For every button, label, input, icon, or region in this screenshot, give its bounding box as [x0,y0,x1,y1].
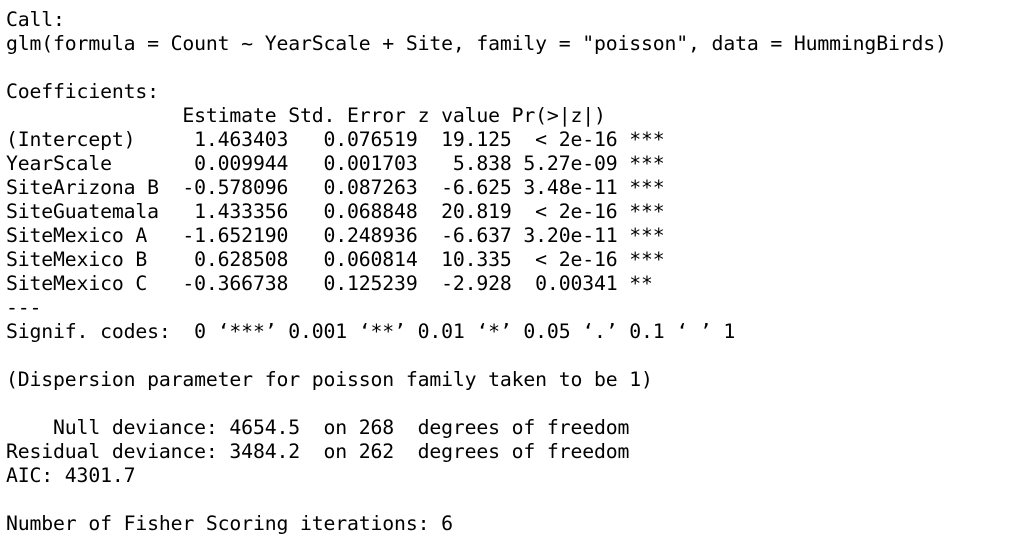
aic-value: AIC: 4301.7 [6,464,136,487]
coef-row-intercept: (Intercept) 1.463403 0.076519 19.125 < 2… [6,128,665,151]
call-header: Call: [6,8,65,31]
fisher-iterations: Number of Fisher Scoring iterations: 6 [6,512,453,535]
coef-row-site-guatemala: SiteGuatemala 1.433356 0.068848 20.819 <… [6,200,665,223]
null-deviance: Null deviance: 4654.5 on 268 degrees of … [6,416,630,439]
coef-row-yearscale: YearScale 0.009944 0.001703 5.838 5.27e-… [6,152,665,175]
coef-row-site-arizona-b: SiteArizona B -0.578096 0.087263 -6.625 … [6,176,665,199]
coef-row-site-mexico-a: SiteMexico A -1.652190 0.248936 -6.637 3… [6,224,665,247]
call-text: glm(formula = Count ~ YearScale + Site, … [6,32,947,55]
coef-table-header: Estimate Std. Error z value Pr(>|z|) [6,104,653,127]
separator-line: --- [6,296,42,319]
coef-row-site-mexico-c: SiteMexico C -0.366738 0.125239 -2.928 0… [6,272,665,295]
coefficients-header: Coefficients: [6,80,159,103]
residual-deviance: Residual deviance: 3484.2 on 262 degrees… [6,440,630,463]
signif-codes: Signif. codes: 0 ‘***’ 0.001 ‘**’ 0.01 ‘… [6,320,736,343]
dispersion-note: (Dispersion parameter for poisson family… [6,368,653,391]
coef-row-site-mexico-b: SiteMexico B 0.628508 0.060814 10.335 < … [6,248,665,271]
r-console-output: Call: glm(formula = Count ~ YearScale + … [6,8,1009,536]
